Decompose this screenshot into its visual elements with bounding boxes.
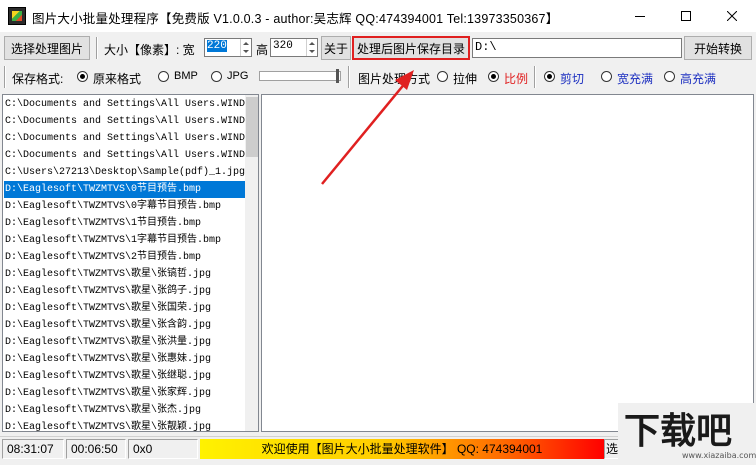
status-time: 08:31:07 (2, 439, 64, 459)
status-hex: 0x0 (128, 439, 198, 459)
annotation-arrow (321, 70, 414, 185)
watermark-brand: 下载吧 (624, 411, 732, 452)
status-welcome-bar: 欢迎使用【图片大小批量处理软件】 QQ: 474394001 (200, 439, 604, 459)
watermark-logo: 下载吧 www.xiazaiba.com (618, 403, 756, 462)
status-elapsed: 00:06:50 (66, 439, 126, 459)
xiazaiba-logo: 下载吧 www.xiazaiba.com (618, 403, 756, 462)
watermark-url: www.xiazaiba.com (682, 451, 756, 460)
